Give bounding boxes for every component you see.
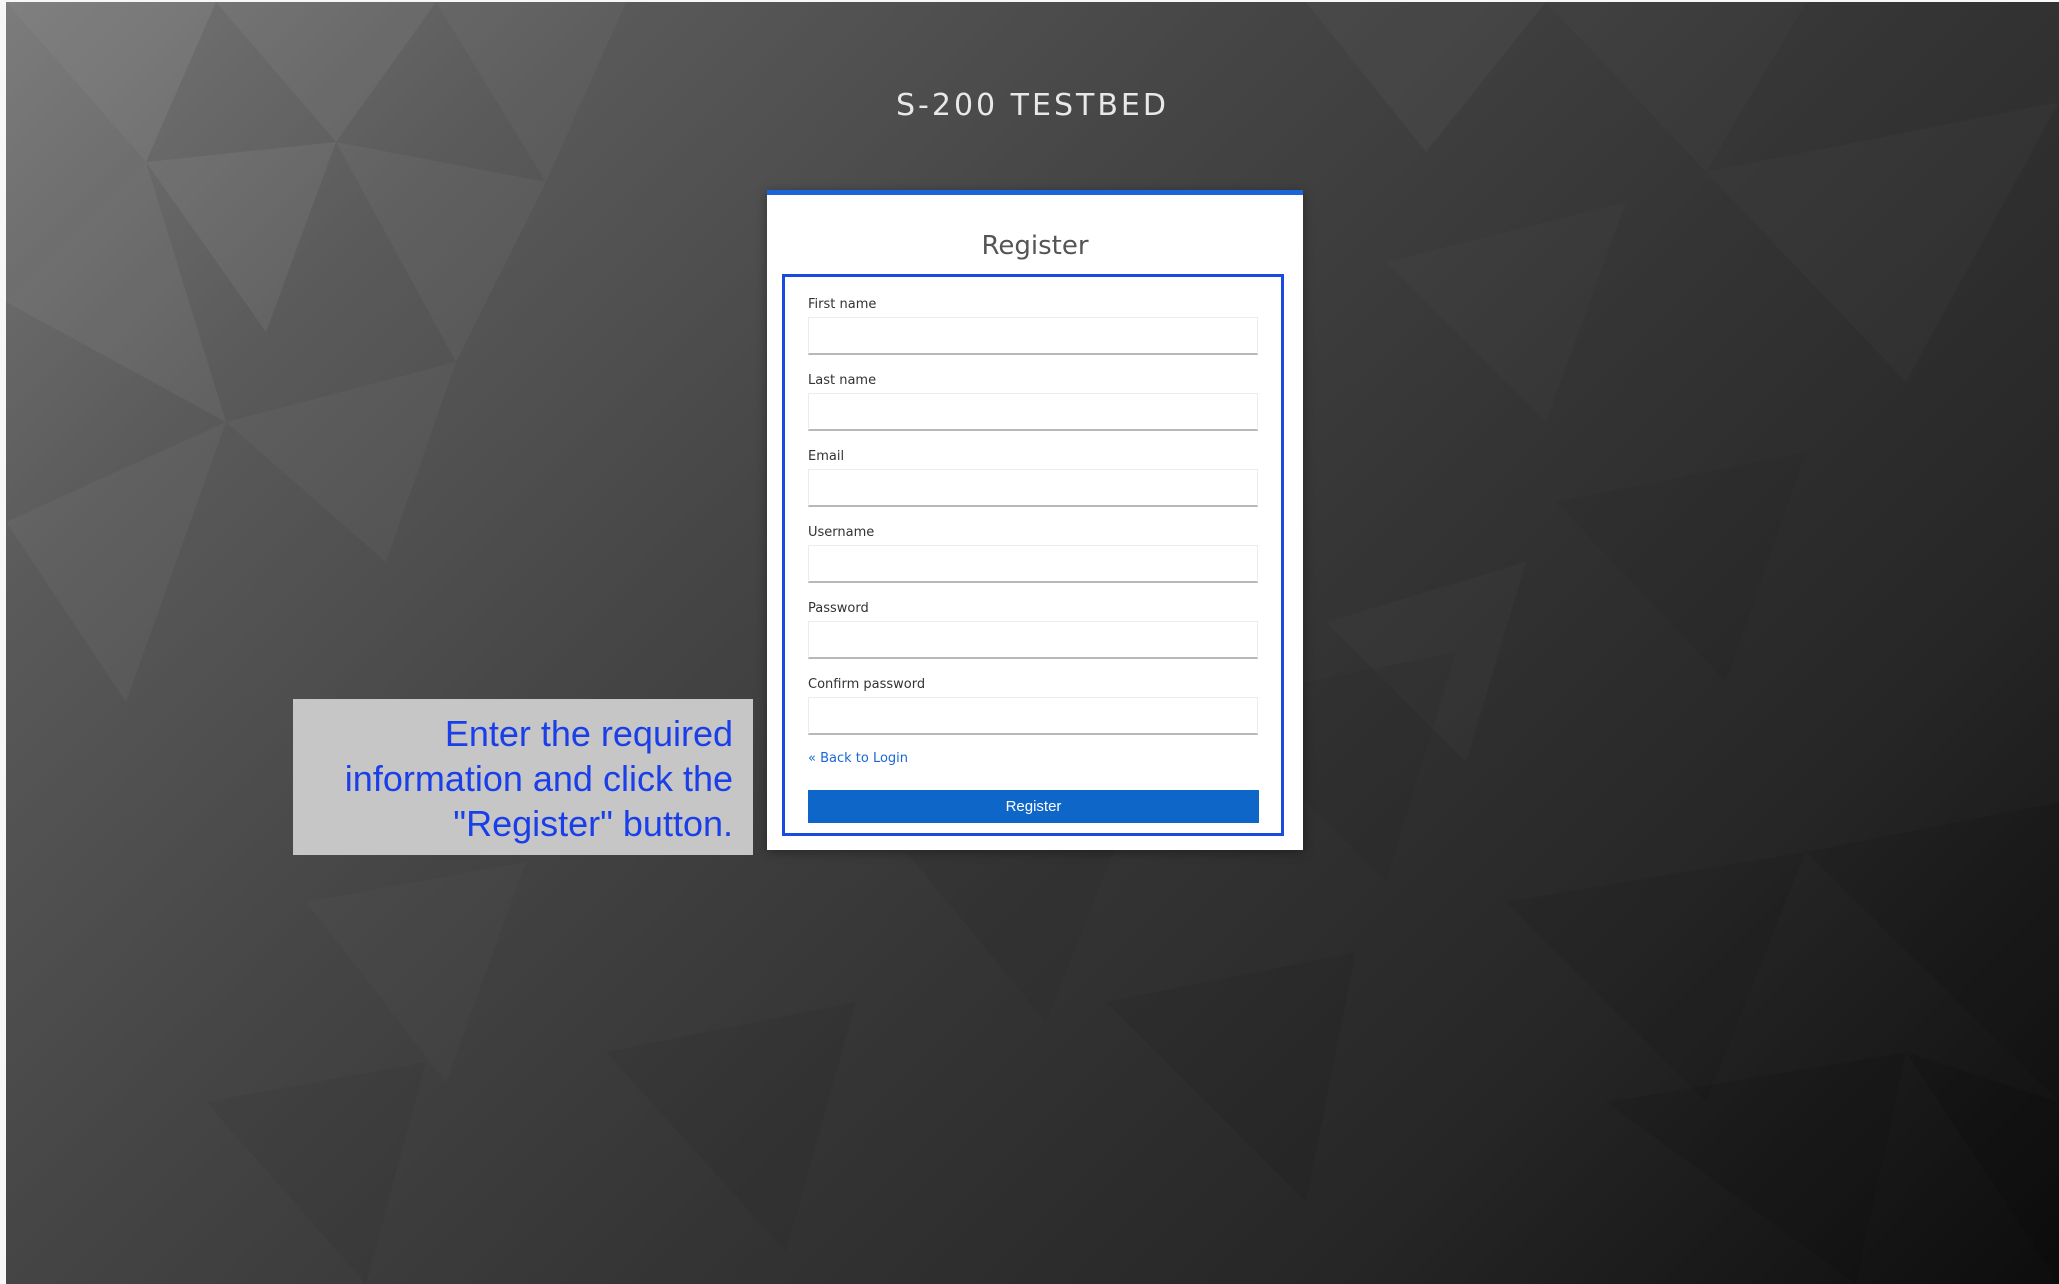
last-name-field-group: Last name <box>808 372 1260 431</box>
last-name-label: Last name <box>808 373 877 388</box>
email-label: Email <box>808 449 845 464</box>
password-field-group: Password <box>808 600 1260 659</box>
register-card: Register First name Last name Email User… <box>767 190 1303 850</box>
form-title: Register <box>981 231 1089 261</box>
app-title: S-200 TESTBED <box>896 88 1169 123</box>
username-field-group: Username <box>808 524 1260 583</box>
back-to-login-link[interactable]: « Back to Login <box>808 751 908 766</box>
confirm-password-input[interactable] <box>808 697 1258 735</box>
page-background: S-200 TESTBED Enter the required informa… <box>6 2 2059 1284</box>
email-field-group: Email <box>808 448 1260 507</box>
password-label: Password <box>808 601 869 616</box>
register-button[interactable]: Register <box>808 790 1259 823</box>
confirm-password-label: Confirm password <box>808 677 926 692</box>
first-name-input[interactable] <box>808 317 1258 355</box>
last-name-input[interactable] <box>808 393 1258 431</box>
password-input[interactable] <box>808 621 1258 659</box>
first-name-label: First name <box>808 297 877 312</box>
email-input[interactable] <box>808 469 1258 507</box>
callout-line: information and click the <box>344 758 733 799</box>
first-name-field-group: First name <box>808 296 1260 355</box>
callout-line: Enter the required <box>444 713 733 754</box>
username-label: Username <box>808 525 875 540</box>
username-input[interactable] <box>808 545 1258 583</box>
callout-line: "Register" button. <box>453 803 733 844</box>
confirm-password-field-group: Confirm password <box>808 676 1260 735</box>
instruction-callout: Enter the required information and click… <box>293 699 753 855</box>
